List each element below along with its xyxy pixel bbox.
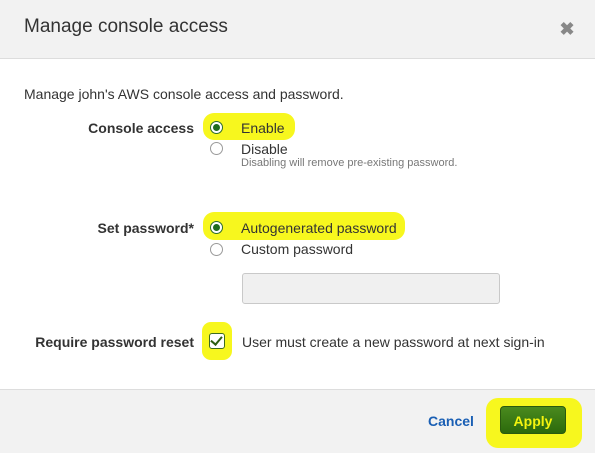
check-icon: [210, 333, 223, 346]
console-access-enable-radio[interactable]: [210, 121, 223, 134]
autogenerated-password-radio[interactable]: [210, 221, 223, 234]
require-password-reset-label: Require password reset: [35, 334, 194, 350]
require-password-reset-checkbox[interactable]: [209, 333, 225, 349]
autogenerated-password-label[interactable]: Autogenerated password: [241, 220, 397, 236]
manage-console-access-dialog: Manage console access ✖ Manage john's AW…: [0, 0, 595, 453]
console-access-disable-radio[interactable]: [210, 142, 223, 155]
dialog-header: Manage console access ✖: [0, 0, 595, 59]
cancel-button[interactable]: Cancel: [428, 413, 474, 429]
custom-password-label[interactable]: Custom password: [241, 241, 353, 257]
custom-password-input[interactable]: [242, 273, 500, 304]
require-password-reset-text: User must create a new password at next …: [242, 334, 545, 350]
custom-password-radio[interactable]: [210, 243, 223, 256]
console-access-label: Console access: [88, 120, 194, 136]
dialog-title: Manage console access: [24, 16, 228, 37]
apply-button[interactable]: Apply: [500, 406, 566, 434]
console-access-enable-label[interactable]: Enable: [241, 120, 285, 136]
intro-text: Manage john's AWS console access and pas…: [24, 86, 344, 102]
disable-hint: Disabling will remove pre-existing passw…: [241, 157, 458, 169]
console-access-disable-label[interactable]: Disable: [241, 141, 288, 157]
set-password-label: Set password*: [97, 220, 194, 236]
close-icon[interactable]: ✖: [556, 18, 578, 40]
